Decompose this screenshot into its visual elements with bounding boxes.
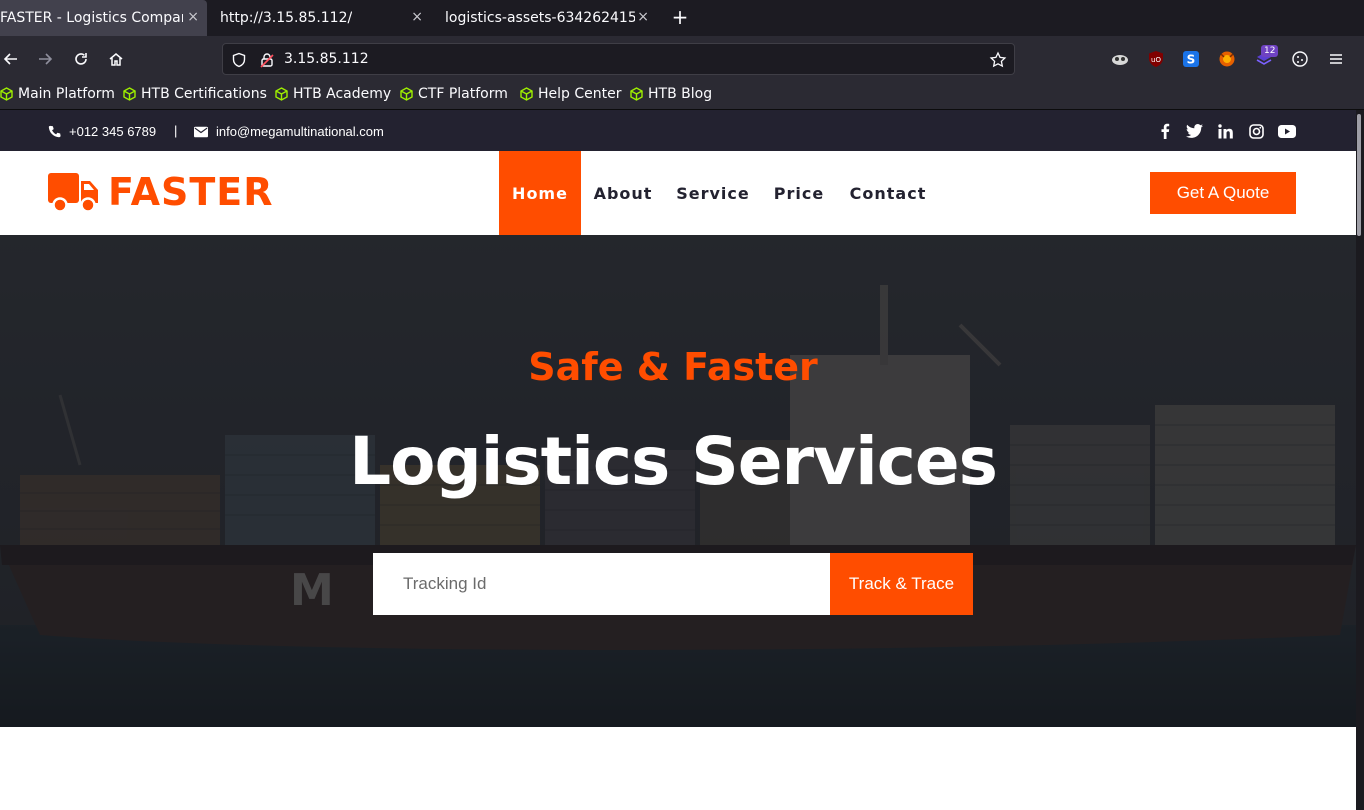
url-bar[interactable]: 3.15.85.112 [222, 43, 1015, 75]
tab-title: http://3.15.85.112/ [220, 10, 353, 26]
phone-contact: +012 345 6789 [48, 124, 156, 139]
email-address[interactable]: info@megamultinational.com [216, 124, 384, 139]
truck-icon [48, 173, 98, 213]
reload-icon [75, 53, 87, 65]
shield-icon[interactable] [231, 52, 247, 68]
tab-title: logistics-assets-6342624157 [445, 10, 635, 26]
phone-icon [48, 125, 61, 138]
hackthebox-cube-icon [520, 87, 533, 101]
hackthebox-cube-icon [275, 87, 288, 101]
new-tab-button[interactable]: + [669, 4, 691, 30]
forward-arrow-icon [39, 53, 53, 65]
bookmark-help-center[interactable]: Help Center [520, 86, 622, 102]
tab-title: FASTER - Logistics Company [0, 10, 183, 26]
bookmark-htb-blog[interactable]: HTB Blog [630, 86, 712, 102]
get-a-quote-button[interactable]: Get A Quote [1150, 172, 1296, 214]
bookmark-label: CTF Platform [418, 86, 508, 102]
svg-text:S: S [1187, 53, 1196, 67]
nav-about[interactable]: About [581, 151, 665, 235]
bookmark-star-icon[interactable] [989, 51, 1007, 69]
close-tab-icon[interactable]: × [187, 9, 199, 25]
linkedin-icon[interactable] [1216, 122, 1234, 140]
hackthebox-cube-icon [400, 87, 413, 101]
svg-text:uO: uO [1151, 56, 1161, 64]
hero-section: M Safe & Faster Logistics Services Track… [0, 235, 1356, 727]
back-button[interactable] [0, 48, 22, 70]
hackthebox-cube-icon [630, 87, 643, 101]
hackthebox-cube-icon [123, 87, 136, 101]
phone-number[interactable]: +012 345 6789 [69, 124, 156, 139]
back-arrow-icon [3, 53, 17, 65]
content-below-hero [0, 727, 1356, 810]
contact-separator: | [174, 123, 178, 138]
youtube-icon[interactable] [1278, 122, 1296, 140]
nav-price[interactable]: Price [761, 151, 837, 235]
bookmark-label: Main Platform [18, 86, 115, 102]
logo-text: FASTER [108, 170, 274, 214]
forward-button[interactable] [34, 48, 56, 70]
hero-title: Logistics Services [349, 423, 998, 500]
hackthebox-cube-icon [0, 87, 13, 101]
foxyproxy-icon[interactable] [1218, 50, 1236, 68]
page-scrollbar-thumb[interactable] [1357, 114, 1361, 236]
bookmark-label: HTB Blog [648, 86, 713, 102]
tab-faster[interactable]: FASTER - Logistics Company × [0, 0, 207, 36]
reload-button[interactable] [70, 48, 92, 70]
tab-assets[interactable]: logistics-assets-6342624157 × [431, 0, 657, 36]
bookmark-main-platform[interactable]: Main Platform [0, 86, 115, 102]
extension-s-icon[interactable]: S [1182, 50, 1200, 68]
email-contact: info@megamultinational.com [194, 124, 384, 139]
tab-ip[interactable]: http://3.15.85.112/ × [207, 0, 431, 36]
ublock-origin-icon[interactable]: uO [1147, 50, 1165, 68]
tracking-id-input[interactable] [373, 553, 830, 615]
bookmark-label: HTB Academy [293, 86, 392, 102]
extension-badge: 12 [1261, 45, 1279, 57]
twitter-icon[interactable] [1185, 122, 1203, 140]
site-topbar: +012 345 6789 | info@megamultinational.c… [0, 110, 1356, 151]
bookmark-htb-academy[interactable]: HTB Academy [275, 86, 391, 102]
url-text[interactable]: 3.15.85.112 [284, 51, 369, 67]
home-icon [109, 53, 123, 66]
close-tab-icon[interactable]: × [637, 9, 649, 25]
cookie-icon[interactable] [1291, 50, 1309, 68]
hero-subtitle: Safe & Faster [528, 345, 818, 389]
nav-service[interactable]: Service [665, 151, 761, 235]
nav-contact[interactable]: Contact [837, 151, 939, 235]
bookmarks-toolbar: Main Platform HTB Certifications HTB Aca… [0, 82, 1364, 110]
home-button[interactable] [105, 48, 127, 70]
bookmark-htb-certifications[interactable]: HTB Certifications [123, 86, 267, 102]
site-logo[interactable]: FASTER [48, 170, 274, 214]
bookmark-ctf-platform[interactable]: CTF Platform [400, 86, 508, 102]
extension-wappalyzer-icon[interactable] [1111, 50, 1129, 68]
bookmark-label: Help Center [538, 86, 622, 102]
bookmark-label: HTB Certifications [141, 86, 267, 102]
tab-bar: FASTER - Logistics Company × http://3.15… [0, 0, 1364, 36]
facebook-icon[interactable] [1156, 122, 1174, 140]
hamburger-menu-icon[interactable] [1327, 50, 1345, 68]
insecure-lock-icon[interactable] [259, 52, 275, 68]
track-and-trace-button[interactable]: Track & Trace [830, 553, 973, 615]
nav-home[interactable]: Home [499, 151, 581, 235]
close-tab-icon[interactable]: × [411, 9, 423, 25]
envelope-icon [194, 126, 208, 137]
instagram-icon[interactable] [1247, 122, 1265, 140]
